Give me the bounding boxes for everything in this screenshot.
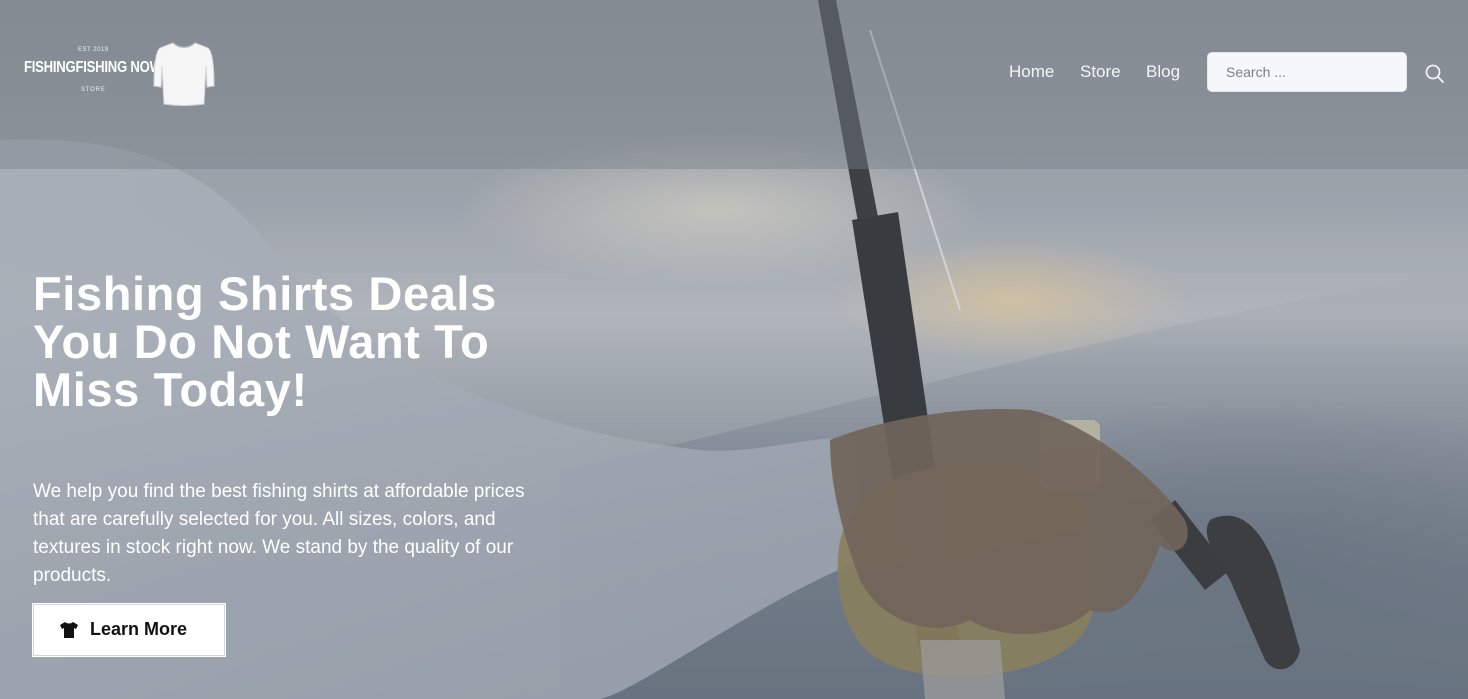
hero-description: We help you find the best fishing shirts… bbox=[33, 481, 525, 586]
magnifier-icon bbox=[1425, 64, 1444, 83]
logo-tagline: STORE bbox=[81, 87, 106, 93]
site-logo[interactable]: EST 2019 FISHINGFISHING NOW STORE bbox=[22, 38, 222, 108]
search-button[interactable] bbox=[1423, 62, 1447, 86]
learn-more-button[interactable]: Learn More bbox=[32, 603, 226, 657]
logo-est-text: EST 2019 bbox=[78, 47, 109, 53]
logo-shirt-image bbox=[153, 42, 215, 106]
hero-section: EST 2019 FISHINGFISHING NOW STORE Home S… bbox=[0, 0, 1468, 699]
search-input[interactable] bbox=[1207, 52, 1407, 92]
nav-item-store[interactable]: Store bbox=[1080, 62, 1121, 82]
site-header: EST 2019 FISHINGFISHING NOW STORE Home S… bbox=[0, 0, 1468, 169]
nav-item-home[interactable]: Home bbox=[1009, 62, 1054, 82]
hero-headline: Fishing Shirts Deals You Do Not Want To … bbox=[33, 267, 497, 416]
learn-more-label: Learn More bbox=[90, 619, 188, 639]
logo-wordmark: FISHINGFISHING NOW bbox=[24, 59, 162, 76]
nav-item-blog[interactable]: Blog bbox=[1146, 62, 1180, 82]
tshirt-icon bbox=[60, 622, 78, 638]
